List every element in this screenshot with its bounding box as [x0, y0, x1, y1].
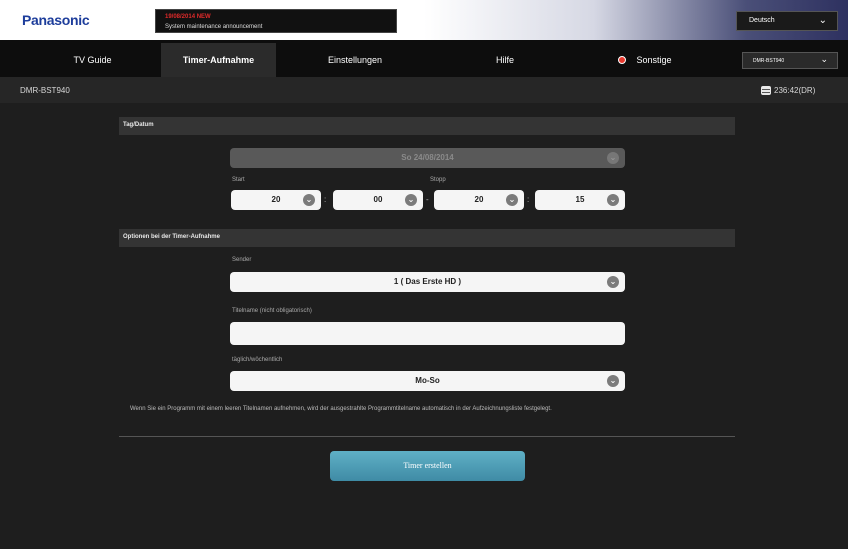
repeat-value: Mo-So: [415, 376, 440, 385]
channel-value: 1 ( Das Erste HD ): [393, 277, 462, 286]
title-label: Titelname (nicht obligatorisch): [232, 308, 312, 314]
stop-minute-value: 15: [575, 195, 585, 204]
start-minute-value: 00: [373, 195, 383, 204]
chevron-down-icon: ⌄: [818, 15, 827, 26]
chevron-down-icon: ⌄: [820, 54, 828, 64]
chevron-down-icon: ⌄: [607, 194, 619, 206]
panasonic-logo: Panasonic: [22, 12, 90, 28]
announcement-text: System maintenance announcement: [165, 24, 263, 30]
date-value: So 24/08/2014: [401, 153, 454, 162]
chevron-down-icon: ⌄: [607, 152, 619, 164]
stop-hour-select[interactable]: 20 ⌄: [434, 190, 524, 210]
disk-icon: [761, 86, 771, 95]
start-minute-select[interactable]: 00 ⌄: [333, 190, 423, 210]
chevron-down-icon: ⌄: [405, 194, 417, 206]
chevron-down-icon: ⌄: [607, 276, 619, 288]
tab-hilfe[interactable]: Hilfe: [470, 43, 540, 77]
channel-select[interactable]: 1 ( Das Erste HD ) ⌄: [230, 272, 625, 292]
channel-label: Sender: [232, 257, 252, 263]
tab-sonstige[interactable]: Sonstige: [590, 43, 700, 77]
tab-einstellungen[interactable]: Einstellungen: [300, 43, 410, 77]
announcement-banner[interactable]: 19/08/2014 NEW System maintenance announ…: [155, 9, 397, 33]
start-hour-value: 20: [271, 195, 281, 204]
chevron-down-icon: ⌄: [607, 375, 619, 387]
device-select[interactable]: DMR-BST940 ⌄: [742, 52, 838, 69]
start-hour-select[interactable]: 20 ⌄: [231, 190, 321, 210]
title-input[interactable]: [230, 322, 625, 345]
language-value: Deutsch: [749, 17, 775, 24]
recorder-model: DMR-BST940: [20, 86, 70, 95]
disk-remaining: 236:42(DR): [774, 86, 816, 95]
section-header-date: Tag/Datum: [119, 117, 735, 135]
chevron-down-icon: ⌄: [303, 194, 315, 206]
tab-sonstige-label: Sonstige: [636, 55, 672, 65]
language-select[interactable]: Deutsch ⌄: [736, 11, 838, 31]
record-dot-icon: [618, 56, 627, 64]
stop-minute-select[interactable]: 15 ⌄: [535, 190, 625, 210]
time-separator: :: [324, 195, 327, 204]
date-select: So 24/08/2014 ⌄: [230, 148, 625, 168]
device-select-value: DMR-BST940: [753, 58, 785, 64]
status-bar: [0, 77, 848, 103]
section-header-options: Optionen bei der Timer-Aufnahme: [119, 229, 735, 247]
time-separator: :: [527, 195, 530, 204]
stop-hour-value: 20: [474, 195, 484, 204]
range-separator: -: [426, 195, 429, 204]
top-bar: [0, 0, 848, 40]
tab-tv-guide[interactable]: TV Guide: [40, 43, 145, 77]
stop-label: Stopp: [430, 177, 446, 183]
chevron-down-icon: ⌄: [506, 194, 518, 206]
divider: [119, 436, 735, 437]
tab-timer-aufnahme[interactable]: Timer-Aufnahme: [161, 43, 276, 77]
start-label: Start: [232, 177, 245, 183]
repeat-label: täglich/wöchentlich: [232, 357, 283, 363]
info-note: Wenn Sie ein Programm mit einem leeren T…: [130, 406, 552, 412]
create-timer-button[interactable]: Timer erstellen: [330, 451, 525, 481]
announcement-date: 19/08/2014 NEW: [165, 14, 211, 20]
repeat-select[interactable]: Mo-So ⌄: [230, 371, 625, 391]
